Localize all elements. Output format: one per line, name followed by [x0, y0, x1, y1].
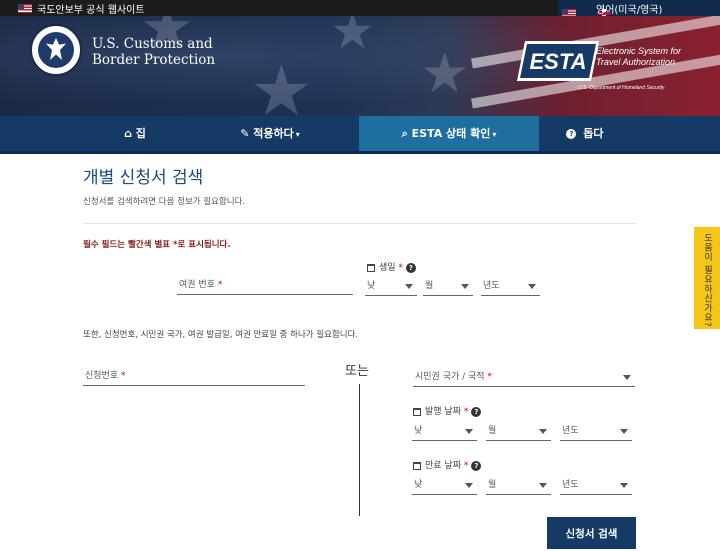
expiry-day-select[interactable]: 낮	[412, 476, 477, 495]
required-mark: *	[398, 263, 403, 273]
star-decoration: ★	[420, 41, 470, 105]
required-mark: *	[487, 372, 492, 382]
nav-help-label: 돕다	[583, 127, 604, 140]
calendar-icon	[367, 263, 375, 272]
chevron-down-icon	[539, 483, 547, 488]
chevron-down-icon	[461, 284, 469, 289]
calendar-icon	[413, 407, 421, 416]
nav-apply-label: 적용하다	[253, 127, 294, 140]
expiry-month-value: 월	[488, 480, 497, 490]
birth-month-select[interactable]: 월	[423, 277, 473, 296]
required-mark: *	[463, 461, 469, 471]
esta-dept-text: U.S. Department of Homeland Security	[578, 85, 665, 91]
issue-day-value: 낮	[414, 426, 423, 436]
help-tab-label: 도움이 필요하신가요?	[702, 233, 712, 328]
chevron-down-icon	[620, 483, 628, 488]
star-decoration: ★	[330, 16, 375, 60]
nav-help[interactable]: ? 돕다	[555, 116, 615, 151]
page-title: 개별 신청서 검색	[83, 168, 204, 188]
vertical-divider	[359, 384, 360, 516]
expiry-date-label: 만료 날짜 *?	[413, 458, 482, 471]
help-icon[interactable]: ?	[405, 262, 416, 273]
citizenship-select[interactable]: 시민권 국가 / 국적 *	[413, 368, 635, 387]
chevron-down-icon	[405, 284, 413, 289]
calendar-icon	[413, 461, 421, 470]
chevron-down-icon	[528, 284, 536, 289]
birth-day-value: 낮	[367, 281, 376, 291]
birth-year-select[interactable]: 년도	[481, 277, 540, 296]
chevron-down-icon	[465, 429, 473, 434]
issue-year-select[interactable]: 년도	[560, 422, 632, 441]
issue-year-value: 년도	[562, 426, 579, 436]
pencil-icon: ✎	[240, 127, 250, 140]
home-icon: ⌂	[124, 127, 132, 140]
esta-full-line-1: Electronic System for	[596, 46, 682, 56]
chevron-down-icon	[539, 429, 547, 434]
us-flag-icon	[18, 3, 32, 13]
citizenship-label: 시민권 국가 / 국적	[415, 372, 485, 382]
agency-line-1: U.S. Customs and	[92, 36, 213, 52]
issue-month-select[interactable]: 월	[486, 422, 551, 441]
required-mark: *	[463, 407, 469, 417]
birth-day-select[interactable]: 낮	[365, 277, 417, 296]
required-mark: *	[121, 371, 126, 381]
expiry-month-select[interactable]: 월	[486, 476, 551, 495]
question-icon: ?	[566, 129, 577, 139]
page-subtitle: 신청서를 검색하려면 다음 정보가 필요합니다.	[83, 197, 246, 207]
chevron-down-icon: ▾	[295, 130, 300, 139]
birth-date-label: 생일 *?	[367, 260, 416, 273]
divider	[83, 223, 636, 224]
expiry-year-value: 년도	[562, 480, 579, 490]
chevron-down-icon	[623, 375, 631, 380]
language-label: 영어(미국/영국)	[596, 5, 663, 16]
search-icon: ⌕	[401, 127, 408, 140]
issue-month-value: 월	[488, 426, 497, 436]
issue-date-text: 발행 날짜	[425, 407, 461, 417]
expiry-year-select[interactable]: 년도	[560, 476, 632, 495]
agency-line-2: Border Protection	[92, 52, 216, 68]
issue-day-select[interactable]: 낮	[412, 422, 477, 441]
official-site-text: 국도안보부 공식 웹사이트	[37, 5, 145, 16]
expiry-day-value: 낮	[414, 480, 423, 490]
birth-date-text: 생일	[379, 263, 396, 273]
esta-logo[interactable]: ESTA	[517, 41, 599, 81]
esta-logo-text: ESTA	[529, 49, 586, 74]
expiry-date-text: 만료 날짜	[425, 461, 461, 471]
issue-date-label: 발행 날짜 *?	[413, 404, 482, 417]
help-icon[interactable]: ?	[471, 460, 482, 471]
esta-full-name: Electronic System for Travel Authorizati…	[596, 46, 706, 68]
search-application-button[interactable]: 신청서 검색	[547, 517, 636, 549]
nav-apply[interactable]: ✎ 적용하다 ▾	[220, 116, 320, 151]
passport-number-label: 여권 번호	[179, 280, 215, 290]
agency-name[interactable]: U.S. Customs and Border Protection	[92, 36, 262, 68]
birth-year-value: 년도	[483, 281, 500, 291]
esta-full-line-2: Travel Authorization	[596, 57, 676, 67]
nav-home-label: 집	[135, 127, 146, 140]
main-nav: ⌂ 집 ✎ 적용하다 ▾ ⌕ ESTA 상태 확인 ▾ ? 돕다	[0, 116, 720, 154]
nav-status-label: ESTA 상태 확인	[411, 127, 491, 140]
additional-info-note: 또한, 신청번호, 시민권 국가, 여권 발급일, 여권 만료일 중 하나가 필…	[83, 330, 359, 340]
chevron-down-icon: ▾	[492, 130, 497, 139]
chevron-down-icon	[620, 429, 628, 434]
passport-number-field[interactable]: 여권 번호 *	[177, 276, 353, 295]
required-mark: *	[217, 280, 223, 290]
nav-esta-status[interactable]: ⌕ ESTA 상태 확인 ▾	[359, 116, 539, 151]
application-number-label: 신청번호	[85, 371, 119, 381]
or-divider-label: 또는	[345, 364, 369, 379]
chevron-down-icon	[465, 483, 473, 488]
required-fields-note: 필수 필드는 빨간색 별표 *로 표시됩니다.	[83, 240, 231, 250]
help-side-tab[interactable]: 도움이 필요하신가요?	[694, 227, 720, 329]
nav-home[interactable]: ⌂ 집	[105, 116, 165, 151]
help-icon[interactable]: ?	[471, 406, 482, 417]
birth-month-value: 월	[425, 281, 434, 291]
application-number-field[interactable]: 신청번호 *	[83, 367, 305, 386]
language-selector[interactable]: 영어(미국/영국)	[558, 0, 720, 18]
